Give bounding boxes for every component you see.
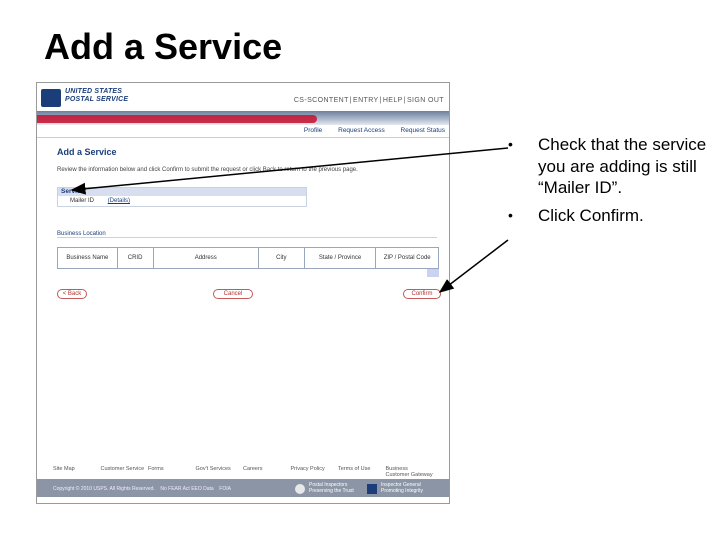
page-title: Add a Service (57, 147, 117, 157)
bullet-text: Click Confirm. (538, 205, 644, 225)
footer-link-customer-service[interactable]: Customer Service (101, 466, 149, 476)
back-button[interactable]: < Back (57, 289, 87, 299)
business-location-title: Business Location (57, 231, 437, 238)
bullet-item: • Check that the service you are adding … (504, 134, 714, 199)
col-crid: CRID (118, 248, 154, 268)
utility-nav: CS-SCONTENT|ENTRY|HELP|SIGN OUT (293, 97, 444, 104)
nav-request-access[interactable]: Request Access (338, 127, 385, 134)
footer-link-site-map[interactable]: Site Map (53, 466, 101, 476)
inspector-general-icon (367, 484, 377, 494)
service-header: Service (58, 188, 306, 196)
logo-line-1: UNITED STATES (65, 88, 123, 95)
util-nav-sign-out[interactable]: SIGN OUT (407, 97, 444, 104)
col-address: Address (154, 248, 259, 268)
bullet-icon: • (508, 206, 513, 223)
postal-inspectors-text[interactable]: Postal Inspectors Preserving the Trust (309, 482, 359, 494)
footer-link-forms[interactable]: Forms (148, 466, 196, 476)
bullet-icon: • (508, 136, 513, 152)
footer-link-terms-of-use[interactable]: Terms of Use (338, 466, 386, 476)
business-location-table: Business Name CRID Address City State / … (57, 247, 439, 269)
util-nav-entry[interactable]: ENTRY (353, 97, 379, 104)
usps-logo[interactable]: UNITED STATES POSTAL SERVICE (41, 88, 153, 110)
footer-link-careers[interactable]: Careers (243, 466, 291, 476)
logo-line-2: POSTAL SERVICE (65, 96, 129, 103)
footer-links: Site Map Customer Service Forms Gov't Se… (37, 466, 449, 478)
arrow-to-confirm (438, 239, 509, 293)
postal-inspectors-icon (295, 484, 305, 494)
sub-nav: Profile Request Access Request Status (290, 127, 445, 134)
service-label: Mailer ID (70, 198, 95, 204)
service-row: Mailer ID (Details) (70, 198, 130, 204)
service-details-link[interactable]: (Details) (108, 198, 130, 204)
footer-link-govt-services[interactable]: Gov't Services (196, 466, 244, 476)
nav-request-status[interactable]: Request Status (401, 127, 445, 134)
inspector-general-text[interactable]: Inspector General Promoting Integrity (381, 482, 433, 494)
table-highlight-cell (427, 269, 439, 277)
instruction-bullets: • Check that the service you are adding … (504, 134, 714, 232)
confirm-button[interactable]: Confirm (403, 289, 441, 299)
header-red-swoosh (37, 115, 318, 123)
bullet-text: Check that the service you are adding is… (538, 135, 707, 197)
divider (37, 137, 449, 138)
col-state-province: State / Province (305, 248, 377, 268)
cancel-button[interactable]: Cancel (213, 289, 253, 299)
footer-copyright: Copyright © 2010 USPS. All Rights Reserv… (53, 486, 231, 492)
bullet-item: • Click Confirm. (504, 205, 714, 227)
util-nav-help[interactable]: HELP (383, 97, 403, 104)
usps-screenshot: UNITED STATES POSTAL SERVICE CS-SCONTENT… (36, 82, 450, 504)
col-zip-postal-code: ZIP / Postal Code (383, 255, 431, 261)
col-business-name: Business Name (58, 248, 118, 268)
util-nav-cs-scontent[interactable]: CS-SCONTENT (294, 97, 349, 104)
service-box: Service Mailer ID (Details) (57, 187, 307, 207)
slide-title: Add a Service (44, 26, 283, 67)
eagle-icon (41, 89, 61, 107)
footer-link-privacy-policy[interactable]: Privacy Policy (291, 466, 339, 476)
col-city: City (259, 248, 305, 268)
footer-link-business-customer-gateway[interactable]: Business Customer Gateway (386, 466, 434, 478)
instruction-text: Review the information below and click C… (57, 167, 358, 173)
nav-profile[interactable]: Profile (304, 127, 322, 134)
